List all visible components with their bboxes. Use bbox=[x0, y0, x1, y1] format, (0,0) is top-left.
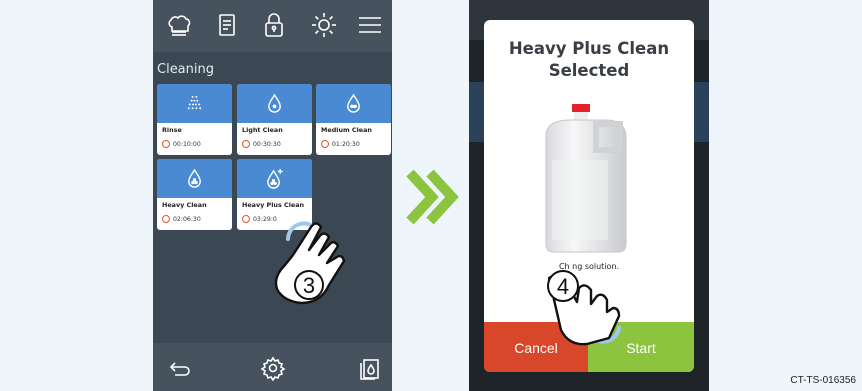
dialog-title: Heavy Plus Clean Selected bbox=[508, 39, 670, 80]
step-number: 3 bbox=[303, 273, 315, 298]
clock-icon bbox=[162, 215, 170, 223]
program-duration: 01:20:30 bbox=[332, 141, 360, 148]
settings-icon[interactable] bbox=[260, 355, 286, 382]
program-duration: 00:10:00 bbox=[173, 141, 201, 148]
chef-hat-icon[interactable] bbox=[165, 11, 193, 39]
hand-pointer-step-4-icon: 4 bbox=[547, 270, 621, 346]
drop-icon bbox=[347, 93, 360, 113]
top-toolbar bbox=[153, 0, 392, 52]
clock-icon bbox=[242, 215, 250, 223]
clock-icon bbox=[242, 140, 250, 148]
reference-code: CT-TS-016356 bbox=[790, 375, 856, 386]
back-icon[interactable] bbox=[167, 355, 193, 381]
program-name: Heavy Clean bbox=[162, 201, 207, 209]
program-name: Medium Clean bbox=[321, 126, 372, 134]
program-tile-heavy-clean[interactable]: Heavy Clean 02:06:30 bbox=[157, 159, 232, 230]
shower-icon bbox=[187, 95, 202, 110]
program-tile-light-clean[interactable]: Light Clean 00:30:30 bbox=[237, 84, 312, 155]
oven-screen-cleaning-menu: Cleaning Rinse 00:10:00 Light Clean 00:3… bbox=[153, 0, 392, 391]
cleaning-canister-image bbox=[545, 104, 627, 253]
bottom-toolbar bbox=[153, 343, 392, 391]
program-duration: 02:06:30 bbox=[173, 216, 201, 223]
clock-icon bbox=[162, 140, 170, 148]
program-duration: 00:30:30 bbox=[253, 141, 281, 148]
lock-icon[interactable] bbox=[260, 11, 288, 39]
drop-icon bbox=[268, 93, 281, 113]
hand-pointer-step-3-icon: 3 bbox=[274, 221, 346, 305]
recipe-book-icon[interactable] bbox=[213, 11, 241, 39]
drop-plus-icon bbox=[267, 169, 283, 189]
step-number: 4 bbox=[557, 274, 569, 299]
program-name: Light Clean bbox=[242, 126, 283, 134]
oven-screen-confirm-dialog: Heavy Plus Clean Selected Ch ng solution… bbox=[469, 0, 709, 391]
clock-icon bbox=[321, 140, 329, 148]
program-name: Rinse bbox=[162, 126, 182, 134]
drop-icon bbox=[188, 168, 201, 188]
program-tile-medium-clean[interactable]: Medium Clean 01:20:30 bbox=[316, 84, 391, 155]
brightness-icon[interactable] bbox=[310, 11, 338, 39]
cleaner-bottle-icon[interactable] bbox=[356, 355, 382, 381]
menu-icon[interactable] bbox=[356, 11, 384, 39]
section-title: Cleaning bbox=[157, 62, 214, 77]
program-tile-rinse[interactable]: Rinse 00:10:00 bbox=[157, 84, 232, 155]
double-chevron-right-icon bbox=[406, 169, 459, 225]
